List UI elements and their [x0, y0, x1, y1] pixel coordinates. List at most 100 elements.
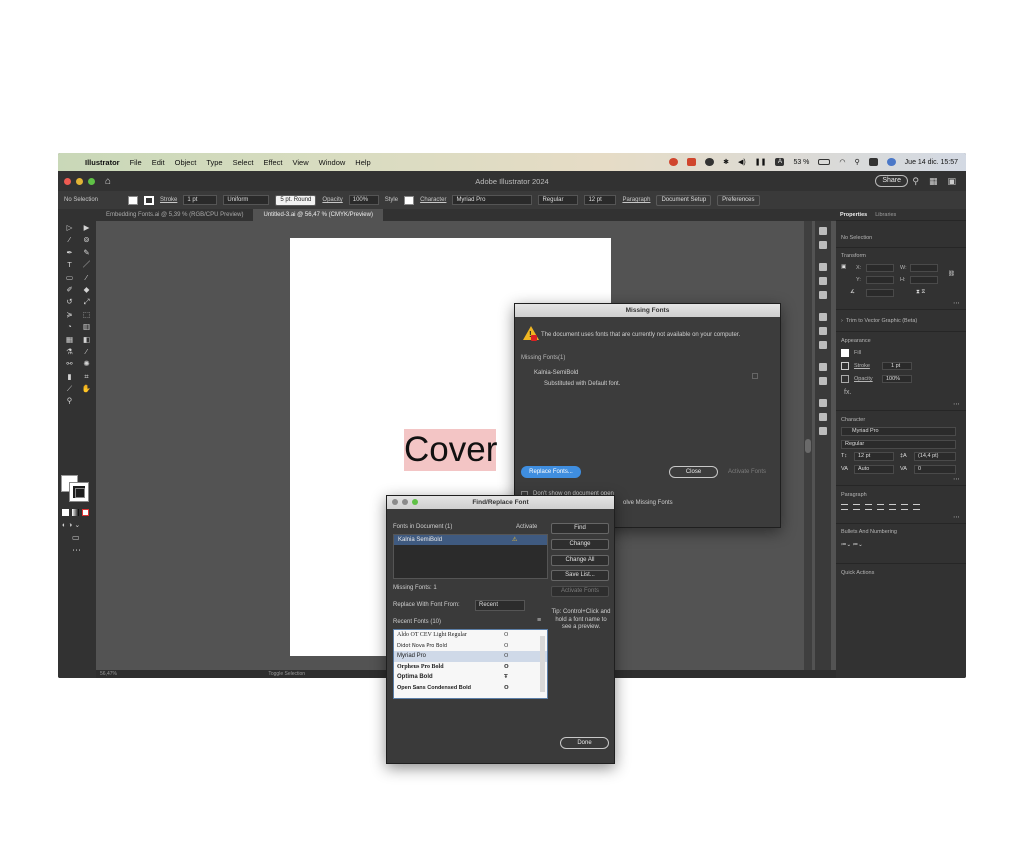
justify-center-icon[interactable]: [889, 504, 896, 510]
gradient-panel-icon[interactable]: [819, 327, 827, 335]
workspace-icon[interactable]: ▣: [947, 176, 956, 187]
x-field[interactable]: [866, 264, 894, 272]
more-tools-icon[interactable]: ⋯: [72, 545, 81, 556]
kerning-field[interactable]: Auto: [854, 465, 894, 474]
stroke-box[interactable]: [69, 482, 89, 502]
keyboard-a-icon[interactable]: A: [775, 158, 785, 166]
recent-font-row[interactable]: Aldo OT CEV Light Regular O: [394, 630, 547, 641]
document-font-row[interactable]: Kalnia SemiBold ⚠: [394, 535, 547, 545]
menu-edit[interactable]: Edit: [147, 158, 170, 167]
close-window-icon[interactable]: [64, 177, 71, 185]
transparency-icon[interactable]: [819, 341, 827, 349]
y-field[interactable]: [866, 276, 894, 284]
document-fonts-list[interactable]: Kalnia SemiBold ⚠: [393, 534, 548, 579]
canvas-vertical-scrollbar[interactable]: [804, 221, 812, 671]
measure-tool-icon[interactable]: ⁄: [80, 347, 93, 356]
appearance-more-icon[interactable]: ⋯: [953, 400, 960, 408]
search-icon[interactable]: ⚲: [855, 158, 860, 166]
gradient-tool-icon[interactable]: ◧: [80, 335, 93, 344]
menu-file[interactable]: File: [125, 158, 147, 167]
assets-icon[interactable]: [819, 241, 827, 249]
control-center-icon[interactable]: [868, 158, 878, 166]
screen-mode-icon[interactable]: ▭: [72, 533, 80, 542]
scale-tool-icon[interactable]: ⤢: [80, 297, 93, 306]
status-app-icon-2[interactable]: [687, 158, 697, 166]
hand-tool-icon[interactable]: ✋: [80, 384, 93, 393]
type-tool-icon[interactable]: T: [63, 260, 76, 269]
free-transform-tool-icon[interactable]: ⬚: [80, 310, 93, 319]
font-size-field[interactable]: 12 pt: [854, 452, 894, 461]
graphic-styles-icon[interactable]: [819, 377, 827, 385]
bluetooth-icon[interactable]: ✱: [723, 158, 729, 166]
h-field[interactable]: [910, 276, 938, 284]
stroke-weight-field[interactable]: 1 pt: [882, 362, 912, 370]
battery-icon[interactable]: [818, 159, 831, 165]
font-style-field[interactable]: Regular: [538, 195, 579, 205]
brush-definition[interactable]: 5 pt. Round: [275, 194, 317, 206]
leading-field[interactable]: (14,4 pt): [914, 452, 956, 461]
export-icon[interactable]: [819, 413, 827, 421]
arrange-docs-icon[interactable]: ▦: [929, 176, 938, 187]
perspective-grid-tool-icon[interactable]: ▥: [80, 322, 93, 331]
eyedropper-tool-icon[interactable]: ⚗: [63, 347, 76, 356]
pause-icon[interactable]: ❚❚: [755, 158, 767, 166]
menu-select[interactable]: Select: [228, 158, 259, 167]
dialog-close-icon[interactable]: [392, 499, 398, 505]
trim-vector-button[interactable]: › Trim to Vector Graphic (Beta): [841, 318, 917, 324]
document-setup-button[interactable]: Document Setup: [656, 194, 712, 206]
tab-properties[interactable]: Properties: [836, 209, 871, 220]
align-left-icon[interactable]: [841, 504, 848, 510]
symbols-icon[interactable]: [819, 291, 827, 299]
fill-swatch[interactable]: [128, 195, 139, 205]
zoom-tool-icon[interactable]: ⚲: [63, 396, 76, 405]
rotate-field[interactable]: [866, 289, 894, 297]
font-style-dropdown[interactable]: Regular: [841, 440, 956, 449]
recent-font-row[interactable]: Didot Nova Pro Bold O: [394, 641, 547, 652]
eraser-tool-icon[interactable]: ◆: [80, 285, 93, 294]
replace-source-dropdown[interactable]: Recent: [475, 600, 525, 611]
variable-width-profile[interactable]: Uniform: [223, 195, 270, 205]
find-button[interactable]: Find: [551, 523, 609, 534]
tab-libraries[interactable]: Libraries: [871, 209, 900, 220]
zoom-level[interactable]: 56,47%: [100, 671, 117, 677]
tab-embedding-fonts[interactable]: Embedding Fonts.ai @ 5,39 % (RGB/CPU Pre…: [96, 209, 253, 221]
paragraph-label[interactable]: Paragraph: [622, 197, 650, 203]
fx-button[interactable]: fx.: [844, 389, 851, 396]
justify-right-icon[interactable]: [901, 504, 908, 510]
character-more-icon[interactable]: ⋯: [953, 475, 960, 483]
none-icon[interactable]: [82, 509, 89, 516]
siri-icon[interactable]: [886, 158, 896, 166]
swatches-icon[interactable]: [819, 263, 827, 271]
curvature-tool-icon[interactable]: ✎: [80, 248, 93, 257]
status-app-icon[interactable]: [669, 158, 679, 166]
stroke-panel-icon[interactable]: [819, 313, 827, 321]
opacity-field[interactable]: 100%: [882, 375, 912, 383]
recent-font-row[interactable]: Myriad Pro O: [394, 651, 547, 662]
layers-stack-icon[interactable]: [819, 399, 827, 407]
done-button[interactable]: Done: [560, 737, 609, 749]
reference-point-icon[interactable]: ▣: [841, 264, 846, 270]
symbol-sprayer-tool-icon[interactable]: ✺: [80, 359, 93, 368]
change-all-button[interactable]: Change All: [551, 555, 609, 566]
close-button[interactable]: Close: [669, 466, 718, 478]
recent-fonts-scrollbar[interactable]: [540, 636, 545, 692]
paragraph-more-icon[interactable]: ⋯: [953, 513, 960, 521]
font-family-dropdown[interactable]: Myriad Pro: [841, 427, 956, 436]
menu-effect[interactable]: Effect: [258, 158, 287, 167]
stroke-label[interactable]: Stroke: [160, 197, 177, 203]
home-icon[interactable]: ⌂: [105, 176, 111, 187]
share-button[interactable]: Share: [875, 175, 908, 187]
recent-fonts-list[interactable]: Aldo OT CEV Light Regular O Didot Nova Pr…: [393, 629, 548, 699]
activate-fonts-button[interactable]: Activate Fonts: [551, 586, 609, 597]
brushes-icon[interactable]: [819, 277, 827, 285]
line-tool-icon[interactable]: ／: [80, 260, 93, 269]
replace-fonts-button[interactable]: Replace Fonts...: [521, 466, 581, 478]
blend-tool-icon[interactable]: ⚯: [63, 359, 76, 368]
layers-icon[interactable]: [819, 227, 827, 235]
magic-wand-tool-icon[interactable]: ⁄: [63, 235, 76, 244]
rotate-tool-icon[interactable]: ↺: [63, 297, 76, 306]
font-family-field[interactable]: Myriad Pro: [452, 195, 533, 205]
stroke-label[interactable]: Stroke: [854, 363, 870, 369]
justify-left-icon[interactable]: [877, 504, 884, 510]
width-tool-icon[interactable]: ≽: [63, 310, 76, 319]
